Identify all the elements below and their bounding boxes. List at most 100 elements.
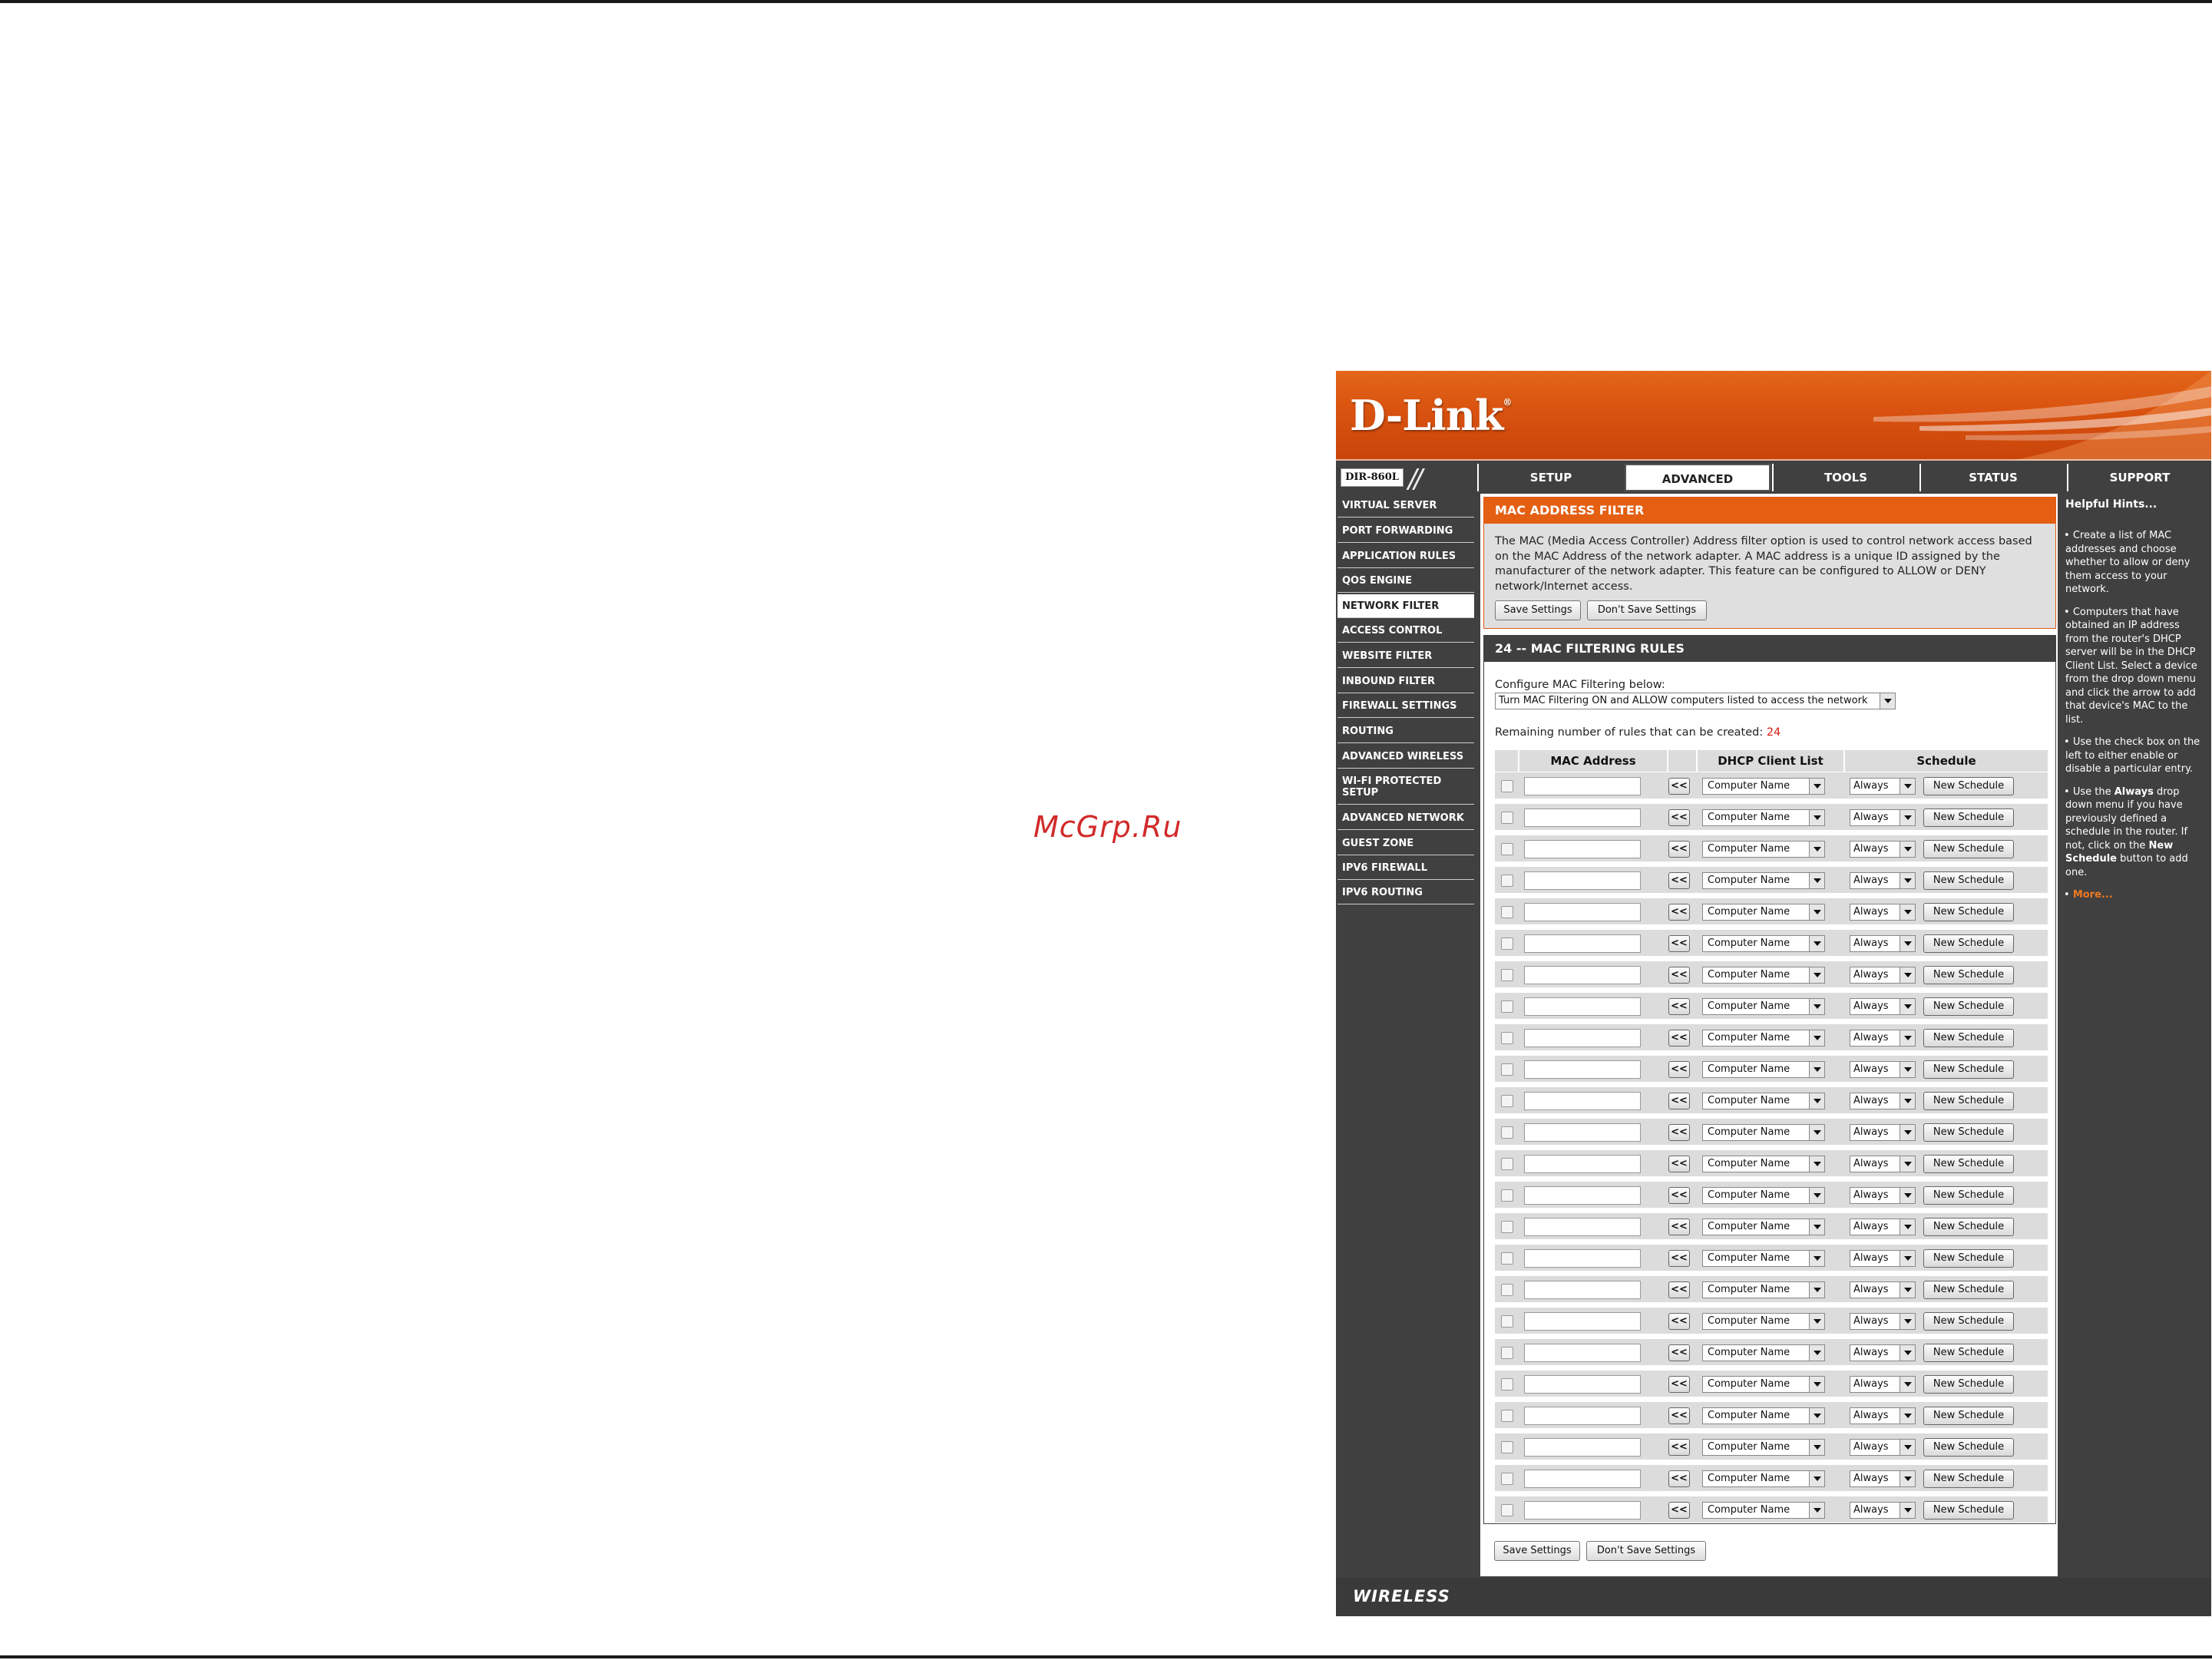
dhcp-client-select[interactable]: Computer Name — [1702, 1093, 1825, 1109]
schedule-select[interactable]: Always — [1850, 1250, 1916, 1267]
new-schedule-button[interactable]: New Schedule — [1923, 1344, 2014, 1362]
rule-enable-checkbox[interactable] — [1501, 1189, 1513, 1202]
mac-filtering-mode-select[interactable]: Turn MAC Filtering ON and ALLOW computer… — [1495, 693, 1896, 709]
schedule-select[interactable]: Always — [1850, 1093, 1916, 1109]
copy-mac-arrow-button[interactable]: << — [1668, 1439, 1690, 1456]
copy-mac-arrow-button[interactable]: << — [1668, 904, 1690, 921]
tab-setup[interactable]: SETUP — [1477, 464, 1623, 491]
copy-mac-arrow-button[interactable]: << — [1668, 809, 1690, 826]
rule-enable-checkbox[interactable] — [1501, 906, 1513, 918]
mac-address-input[interactable] — [1524, 1470, 1641, 1488]
sidebar-item-qos-engine[interactable]: QOS ENGINE — [1337, 569, 1474, 593]
sidebar-item-application-rules[interactable]: APPLICATION RULES — [1337, 544, 1474, 568]
dhcp-client-select[interactable]: Computer Name — [1702, 778, 1825, 795]
new-schedule-button[interactable]: New Schedule — [1923, 1470, 2014, 1488]
schedule-select[interactable]: Always — [1850, 904, 1916, 921]
dhcp-client-select[interactable]: Computer Name — [1702, 1219, 1825, 1235]
dhcp-client-select[interactable]: Computer Name — [1702, 904, 1825, 921]
copy-mac-arrow-button[interactable]: << — [1668, 1156, 1690, 1172]
schedule-select[interactable]: Always — [1850, 1344, 1916, 1361]
schedule-select[interactable]: Always — [1850, 1187, 1916, 1204]
copy-mac-arrow-button[interactable]: << — [1668, 1219, 1690, 1235]
rule-enable-checkbox[interactable] — [1501, 1504, 1513, 1516]
mac-address-input[interactable] — [1524, 1375, 1641, 1394]
copy-mac-arrow-button[interactable]: << — [1668, 1124, 1690, 1141]
schedule-select[interactable]: Always — [1850, 1124, 1916, 1141]
rule-enable-checkbox[interactable] — [1501, 1221, 1513, 1233]
dhcp-client-select[interactable]: Computer Name — [1702, 1030, 1825, 1047]
copy-mac-arrow-button[interactable]: << — [1668, 1281, 1690, 1298]
new-schedule-button[interactable]: New Schedule — [1923, 777, 2014, 795]
mac-address-input[interactable] — [1524, 1123, 1641, 1142]
mac-address-input[interactable] — [1524, 1281, 1641, 1299]
schedule-select[interactable]: Always — [1850, 841, 1916, 858]
mac-address-input[interactable] — [1524, 809, 1641, 827]
dhcp-client-select[interactable]: Computer Name — [1702, 1407, 1825, 1424]
rule-enable-checkbox[interactable] — [1501, 1032, 1513, 1044]
rule-enable-checkbox[interactable] — [1501, 1095, 1513, 1107]
schedule-select[interactable]: Always — [1850, 1313, 1916, 1330]
new-schedule-button[interactable]: New Schedule — [1923, 997, 2014, 1016]
new-schedule-button[interactable]: New Schedule — [1923, 966, 2014, 984]
dhcp-client-select[interactable]: Computer Name — [1702, 1344, 1825, 1361]
mac-address-input[interactable] — [1524, 1501, 1641, 1519]
tab-status[interactable]: STATUS — [1919, 464, 2065, 491]
sidebar-item-website-filter[interactable]: WEBSITE FILTER — [1337, 644, 1474, 668]
mac-address-input[interactable] — [1524, 1029, 1641, 1047]
save-settings-button[interactable]: Save Settings — [1495, 600, 1581, 620]
copy-mac-arrow-button[interactable]: << — [1668, 1030, 1690, 1047]
schedule-select[interactable]: Always — [1850, 1470, 1916, 1487]
rule-enable-checkbox[interactable] — [1501, 1315, 1513, 1328]
mac-address-input[interactable] — [1524, 840, 1641, 858]
schedule-select[interactable]: Always — [1850, 1502, 1916, 1519]
copy-mac-arrow-button[interactable]: << — [1668, 1187, 1690, 1204]
dhcp-client-select[interactable]: Computer Name — [1702, 935, 1825, 952]
sidebar-item-advanced-wireless[interactable]: ADVANCED WIRELESS — [1337, 745, 1474, 769]
sidebar-item-advanced-network[interactable]: ADVANCED NETWORK — [1337, 806, 1474, 830]
new-schedule-button[interactable]: New Schedule — [1923, 1029, 2014, 1047]
dhcp-client-select[interactable]: Computer Name — [1702, 1250, 1825, 1267]
schedule-select[interactable]: Always — [1850, 998, 1916, 1015]
dhcp-client-select[interactable]: Computer Name — [1702, 967, 1825, 984]
copy-mac-arrow-button[interactable]: << — [1668, 1313, 1690, 1330]
copy-mac-arrow-button[interactable]: << — [1668, 841, 1690, 858]
dhcp-client-select[interactable]: Computer Name — [1702, 1156, 1825, 1172]
new-schedule-button[interactable]: New Schedule — [1923, 1249, 2014, 1268]
new-schedule-button[interactable]: New Schedule — [1923, 1438, 2014, 1457]
mac-address-input[interactable] — [1524, 1249, 1641, 1268]
mac-address-input[interactable] — [1524, 1092, 1641, 1110]
rule-enable-checkbox[interactable] — [1501, 875, 1513, 887]
rule-enable-checkbox[interactable] — [1501, 1158, 1513, 1170]
schedule-select[interactable]: Always — [1850, 1376, 1916, 1393]
rule-enable-checkbox[interactable] — [1501, 1252, 1513, 1265]
rule-enable-checkbox[interactable] — [1501, 1284, 1513, 1296]
copy-mac-arrow-button[interactable]: << — [1668, 1407, 1690, 1424]
schedule-select[interactable]: Always — [1850, 1281, 1916, 1298]
sidebar-item-port-forwarding[interactable]: PORT FORWARDING — [1337, 519, 1474, 543]
new-schedule-button[interactable]: New Schedule — [1923, 1375, 2014, 1394]
schedule-select[interactable]: Always — [1850, 1030, 1916, 1047]
rule-enable-checkbox[interactable] — [1501, 1126, 1513, 1139]
sidebar-item-network-filter[interactable]: NETWORK FILTER — [1337, 594, 1474, 618]
new-schedule-button[interactable]: New Schedule — [1923, 1281, 2014, 1299]
mac-address-input[interactable] — [1524, 1060, 1641, 1079]
schedule-select[interactable]: Always — [1850, 935, 1916, 952]
dhcp-client-select[interactable]: Computer Name — [1702, 872, 1825, 889]
rule-enable-checkbox[interactable] — [1501, 1378, 1513, 1390]
new-schedule-button[interactable]: New Schedule — [1923, 1060, 2014, 1079]
rule-enable-checkbox[interactable] — [1501, 969, 1513, 981]
tab-tools[interactable]: TOOLS — [1772, 464, 1918, 491]
schedule-select[interactable]: Always — [1850, 1219, 1916, 1235]
copy-mac-arrow-button[interactable]: << — [1668, 967, 1690, 984]
dhcp-client-select[interactable]: Computer Name — [1702, 1124, 1825, 1141]
dhcp-client-select[interactable]: Computer Name — [1702, 998, 1825, 1015]
copy-mac-arrow-button[interactable]: << — [1668, 1502, 1690, 1519]
rule-enable-checkbox[interactable] — [1501, 780, 1513, 792]
new-schedule-button[interactable]: New Schedule — [1923, 934, 2014, 953]
tab-advanced[interactable]: ADVANCED — [1625, 464, 1771, 491]
new-schedule-button[interactable]: New Schedule — [1923, 871, 2014, 890]
copy-mac-arrow-button[interactable]: << — [1668, 1470, 1690, 1487]
schedule-select[interactable]: Always — [1850, 1061, 1916, 1078]
new-schedule-button[interactable]: New Schedule — [1923, 1092, 2014, 1110]
new-schedule-button[interactable]: New Schedule — [1923, 840, 2014, 858]
